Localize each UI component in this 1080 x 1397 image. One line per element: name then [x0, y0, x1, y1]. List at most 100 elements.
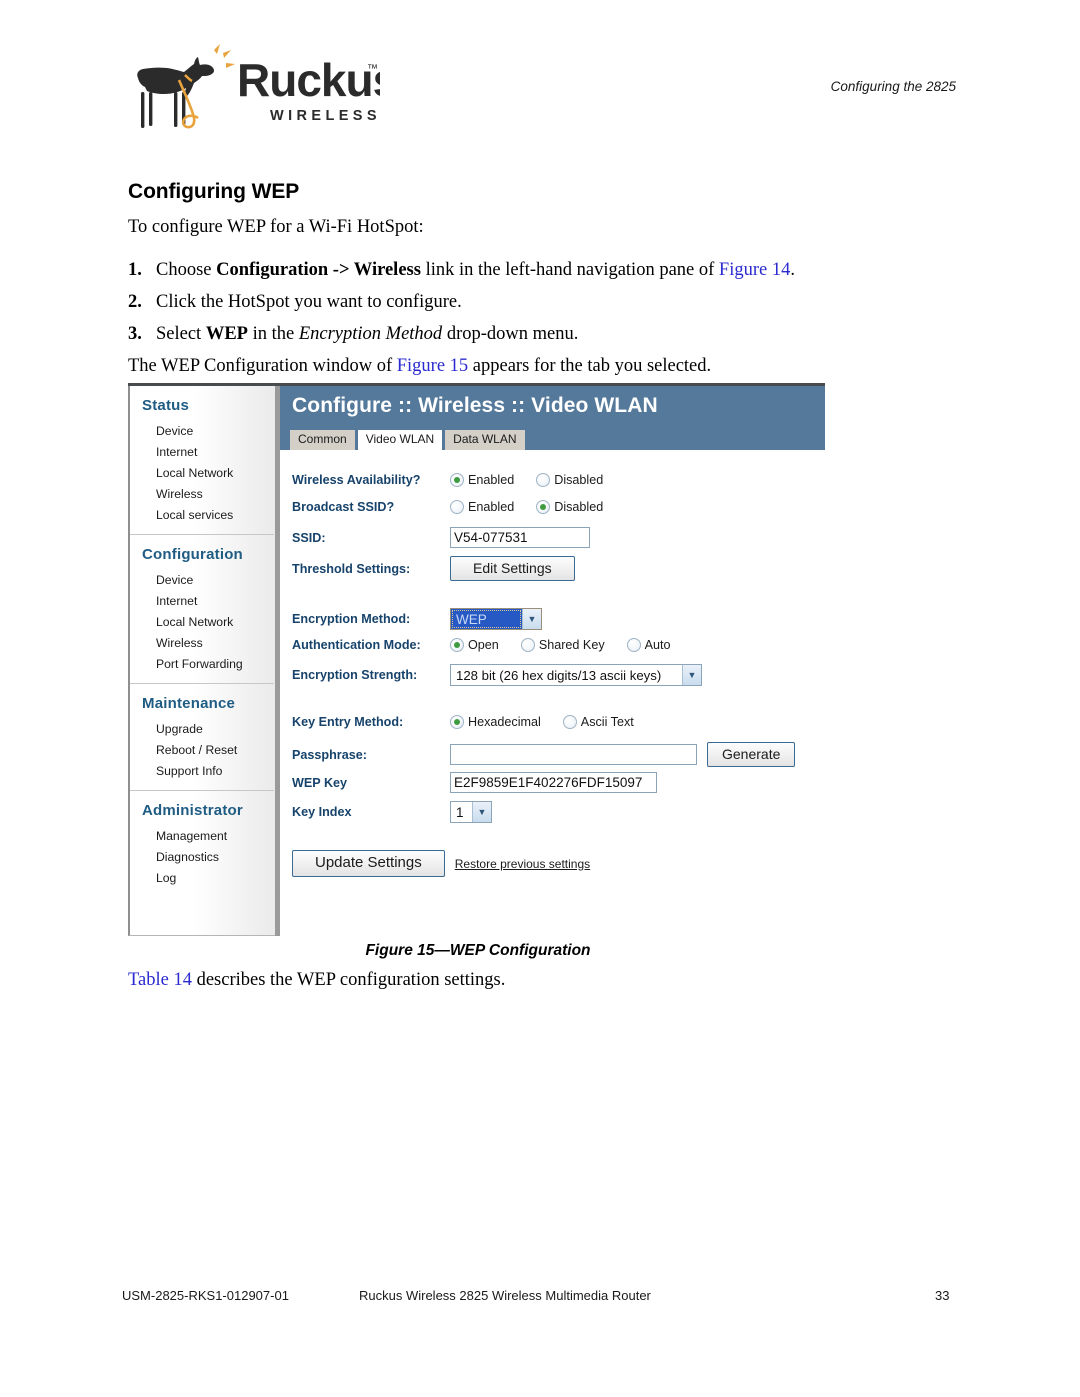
- radio-label: Ascii Text: [580, 715, 634, 729]
- edit-settings-button[interactable]: Edit Settings: [450, 556, 575, 581]
- label-threshold-settings: Threshold Settings:: [292, 561, 411, 576]
- text-run: The WEP Configuration window of: [128, 356, 397, 376]
- sidebar-group-title: Status: [142, 397, 190, 414]
- sidebar-group-title: Configuration: [142, 546, 243, 563]
- encryption-strength-select[interactable]: 128 bit (26 hex digits/13 ascii keys) ▼: [450, 664, 702, 686]
- step-text: Click the HotSpot you want to configure.: [156, 292, 462, 312]
- radio-auth-auto[interactable]: Auto: [626, 638, 671, 652]
- encryption-method-value: WEP: [451, 609, 522, 629]
- restore-previous-settings-link[interactable]: Restore previous settings: [455, 857, 590, 871]
- sidebar-group-title: Maintenance: [142, 695, 236, 712]
- field-key-entry-method: Key Entry Method: Hexadecimal Ascii Text: [292, 715, 656, 729]
- radio-label: Enabled: [468, 473, 515, 487]
- field-wireless-availability: Wireless Availability? Enabled Disabled: [292, 473, 625, 487]
- update-settings-button[interactable]: Update Settings: [292, 850, 445, 877]
- key-index-value: 1: [456, 804, 464, 820]
- radio-broadcast-ssid-enabled[interactable]: Enabled: [450, 500, 514, 514]
- tab-data-wlan[interactable]: Data WLAN: [445, 430, 525, 450]
- chevron-down-icon: ▼: [682, 665, 701, 685]
- step-number: 2.: [128, 292, 142, 312]
- logo-svg: Ruckus ™ WIRELESS: [137, 44, 380, 129]
- page-header: Ruckus ™ WIRELESS Configuring the 2825: [0, 0, 1080, 160]
- sidebar-item-management[interactable]: Management: [142, 825, 280, 846]
- label-encryption-method: Encryption Method:: [292, 612, 411, 626]
- sidebar-item-port-forwarding[interactable]: Port Forwarding: [142, 653, 280, 674]
- radio-key-entry-hexadecimal[interactable]: Hexadecimal: [450, 715, 541, 729]
- field-key-index: Key Index 1 ▼: [292, 801, 492, 823]
- router-titlebar: Configure :: Wireless :: Video WLAN Comm…: [280, 386, 825, 450]
- sidebar-item-internet[interactable]: Internet: [142, 590, 280, 611]
- text-run: link in the left-hand navigation pane of: [420, 260, 719, 280]
- radio-auth-open[interactable]: Open: [450, 638, 499, 652]
- sidebar-item-local-network[interactable]: Local Network: [142, 462, 280, 483]
- emphasis-bold: Configuration -> Wireless: [216, 260, 421, 280]
- field-ssid: SSID: V54-077531: [292, 527, 590, 548]
- sidebar-item-log[interactable]: Log: [142, 867, 280, 888]
- generate-button[interactable]: Generate: [707, 742, 796, 767]
- sidebar-group-administrator: Administrator Management Diagnostics Log: [130, 791, 280, 888]
- field-encryption-method: Encryption Method: WEP ▼: [292, 608, 542, 630]
- steps-list: 1. Choose Configuration -> Wireless link …: [128, 258, 958, 346]
- field-threshold-settings: Threshold Settings: Edit Settings: [292, 556, 575, 581]
- text-run: Choose: [156, 260, 217, 280]
- cross-reference-link[interactable]: Figure 15: [397, 356, 468, 376]
- sidebar-item-local-services[interactable]: Local services: [142, 504, 280, 525]
- radio-auth-shared-key[interactable]: Shared Key: [520, 638, 605, 652]
- after-steps-paragraph: The WEP Configuration window of Figure 1…: [128, 354, 958, 379]
- text-run: in the: [247, 324, 299, 344]
- footer-page-number: 33: [935, 1288, 950, 1303]
- tab-video-wlan[interactable]: Video WLAN: [357, 430, 443, 450]
- field-broadcast-ssid: Broadcast SSID? Enabled Disabled: [292, 500, 625, 514]
- radio-key-entry-ascii-text[interactable]: Ascii Text: [562, 715, 634, 729]
- label-key-index: Key Index: [292, 805, 352, 819]
- passphrase-input[interactable]: [450, 744, 697, 765]
- figure-caption-number: Figure 15: [365, 942, 435, 959]
- ssid-input[interactable]: V54-077531: [450, 527, 590, 548]
- router-ui-body: Status Device Internet Local Network Wireles…: [128, 386, 825, 936]
- chevron-down-icon: ▼: [522, 609, 541, 629]
- radio-wireless-availability-enabled[interactable]: Enabled: [450, 473, 514, 487]
- label-wireless-availability: Wireless Availability?: [292, 473, 421, 487]
- radio-dot-icon: [450, 638, 464, 652]
- text-run: Select: [156, 324, 206, 344]
- radio-dot-icon: [450, 473, 464, 487]
- step-number: 1.: [128, 260, 142, 280]
- cross-reference-link[interactable]: Table 14: [128, 970, 192, 990]
- sidebar-item-wireless[interactable]: Wireless: [142, 483, 280, 504]
- sidebar-item-support-info[interactable]: Support Info: [142, 760, 280, 781]
- label-wep-key: WEP Key: [292, 775, 348, 790]
- label-encryption-strength: Encryption Strength:: [292, 668, 418, 682]
- sidebar-item-diagnostics[interactable]: Diagnostics: [142, 846, 280, 867]
- sidebar-item-reboot-reset[interactable]: Reboot / Reset: [142, 739, 280, 760]
- router-tabs[interactable]: Common Video WLAN Data WLAN: [290, 430, 525, 450]
- sidebar-item-wireless[interactable]: Wireless: [142, 632, 280, 653]
- key-index-select[interactable]: 1 ▼: [450, 801, 492, 823]
- tab-common[interactable]: Common: [290, 430, 355, 450]
- radio-label: Hexadecimal: [468, 715, 541, 729]
- radio-wireless-availability-disabled[interactable]: Disabled: [536, 473, 603, 487]
- router-sidebar-nav[interactable]: Status Device Internet Local Network Wireles…: [128, 386, 280, 936]
- label-ssid: SSID:: [292, 530, 326, 545]
- radio-dot-icon: [520, 638, 535, 652]
- step-number: 3.: [128, 324, 142, 344]
- sidebar-item-local-network[interactable]: Local Network: [142, 611, 280, 632]
- step-item-2: 2. Click the HotSpot you want to configur…: [128, 290, 958, 314]
- radio-broadcast-ssid-disabled[interactable]: Disabled: [536, 500, 603, 514]
- sidebar-item-device[interactable]: Device: [142, 569, 280, 590]
- sidebar-item-upgrade[interactable]: Upgrade: [142, 718, 280, 739]
- radio-dot-icon: [536, 473, 551, 487]
- encryption-method-select[interactable]: WEP ▼: [450, 608, 542, 630]
- sidebar-item-internet[interactable]: Internet: [142, 441, 280, 462]
- sidebar-item-device[interactable]: Device: [142, 420, 280, 441]
- text-run: .: [790, 260, 795, 280]
- field-authentication-mode: Authentication Mode: Open Shared Key Aut…: [292, 638, 693, 652]
- emphasis-italic: Encryption Method: [298, 324, 443, 344]
- label-key-entry-method: Key Entry Method:: [292, 715, 404, 729]
- radio-dot-icon: [450, 500, 464, 514]
- field-wep-key: WEP Key E2F9859E1F402276FDF15097: [292, 772, 657, 793]
- wep-key-input[interactable]: E2F9859E1F402276FDF15097: [450, 772, 657, 793]
- logo-wordmark-text: Ruckus: [237, 54, 380, 106]
- cross-reference-link[interactable]: Figure 14: [719, 260, 790, 280]
- step-text: Select WEP in the Encryption Method drop…: [156, 324, 578, 344]
- radio-label: Disabled: [554, 473, 604, 487]
